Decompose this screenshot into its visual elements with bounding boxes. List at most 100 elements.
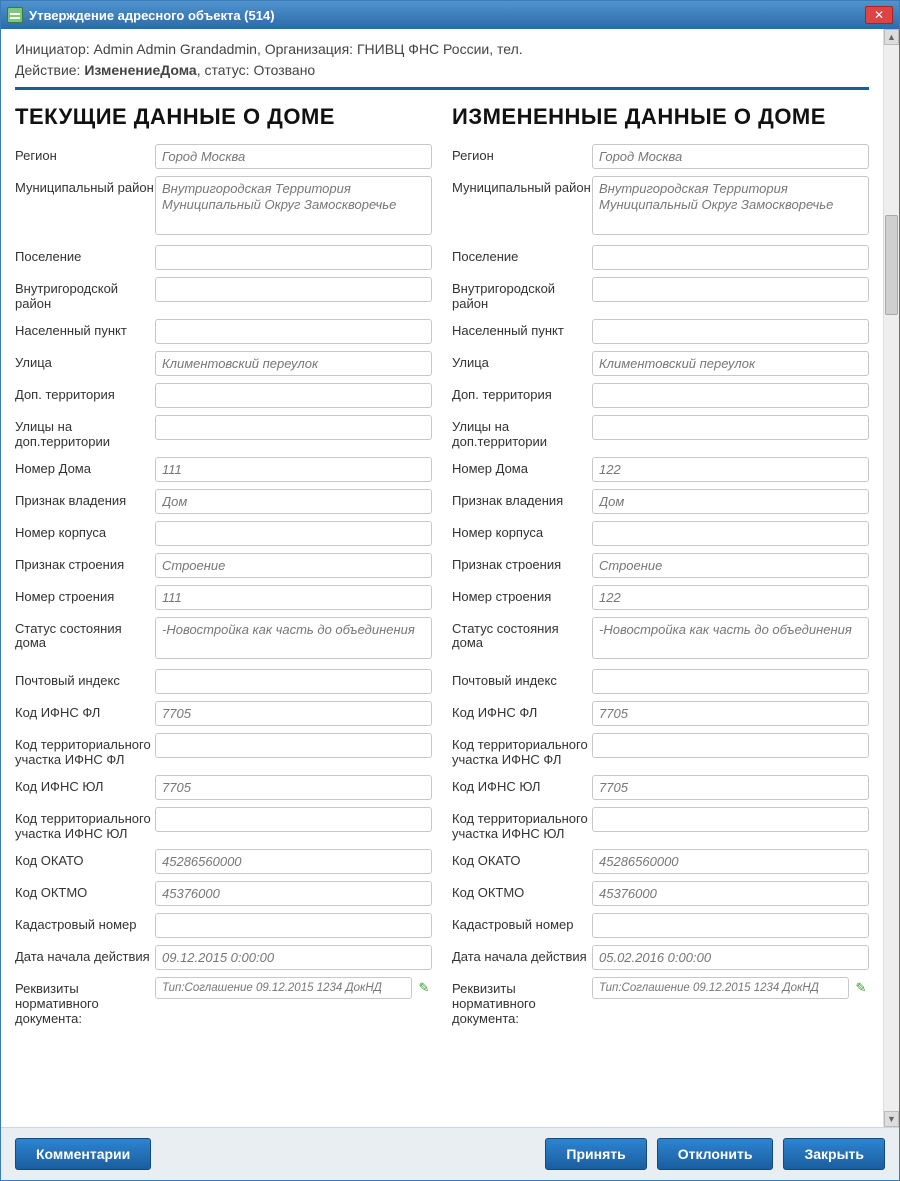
changed-street-input[interactable]	[592, 351, 869, 376]
title-bar: Утверждение адресного объекта (514) ✕	[1, 1, 899, 29]
changed-ownership-sign-input[interactable]	[592, 489, 869, 514]
current-ifns-fl-input[interactable]	[155, 701, 432, 726]
label-cadastral: Кадастровый номер	[452, 913, 592, 933]
current-ownership-sign-input[interactable]	[155, 489, 432, 514]
current-building-no-input[interactable]	[155, 521, 432, 546]
changed-cadastral-input[interactable]	[592, 913, 869, 938]
current-doc-req-input[interactable]	[155, 977, 412, 999]
label-okato: Код ОКАТО	[452, 849, 592, 869]
columns: ТЕКУЩИЕ ДАННЫЕ О ДОМЕ Регион Муниципальн…	[15, 104, 869, 1034]
meta-initiator: Admin Admin Grandadmin	[94, 41, 257, 57]
meta-organization: ГНИВЦ ФНС России	[357, 41, 489, 57]
vertical-scrollbar[interactable]: ▲ ▼	[883, 29, 899, 1127]
current-settlement-input[interactable]	[155, 245, 432, 270]
current-inner-city-input[interactable]	[155, 277, 432, 302]
current-structure-sign-input[interactable]	[155, 553, 432, 578]
meta-info: Инициатор: Admin Admin Grandadmin, Орган…	[15, 39, 869, 81]
dialog-footer: Комментарии Принять Отклонить Закрыть	[1, 1127, 899, 1180]
current-heading: ТЕКУЩИЕ ДАННЫЕ О ДОМЕ	[15, 104, 432, 130]
current-region-input[interactable]	[155, 144, 432, 169]
scroll-track[interactable]	[884, 45, 899, 1111]
label-house-status: Статус состояния дома	[15, 617, 155, 652]
reject-button[interactable]: Отклонить	[657, 1138, 774, 1170]
changed-doc-req-input[interactable]	[592, 977, 849, 999]
changed-house-status-input[interactable]: -Новостройка как часть до объединения	[592, 617, 869, 660]
separator	[15, 87, 869, 90]
label-structure-sign: Признак строения	[15, 553, 155, 573]
close-button[interactable]: Закрыть	[783, 1138, 885, 1170]
label-municipal: Муниципальный район	[15, 176, 155, 196]
changed-ifns-ul-input[interactable]	[592, 775, 869, 800]
label-building-no: Номер корпуса	[452, 521, 592, 541]
current-locality-input[interactable]	[155, 319, 432, 344]
scroll-down-button[interactable]: ▼	[884, 1111, 899, 1127]
label-settlement: Поселение	[15, 245, 155, 265]
label-municipal: Муниципальный район	[452, 176, 592, 196]
changed-add-territory-input[interactable]	[592, 383, 869, 408]
current-house-no-input[interactable]	[155, 457, 432, 482]
label-building-no: Номер корпуса	[15, 521, 155, 541]
changed-inner-city-input[interactable]	[592, 277, 869, 302]
changed-terr-ifns-fl-input[interactable]	[592, 733, 869, 758]
changed-region-input[interactable]	[592, 144, 869, 169]
changed-house-no-input[interactable]	[592, 457, 869, 482]
window-title: Утверждение адресного объекта (514)	[29, 8, 865, 23]
current-structure-no-input[interactable]	[155, 585, 432, 610]
changed-oktmo-input[interactable]	[592, 881, 869, 906]
window-close-button[interactable]: ✕	[865, 6, 893, 24]
label-locality: Населенный пункт	[15, 319, 155, 339]
current-okato-input[interactable]	[155, 849, 432, 874]
label-ifns-fl: Код ИФНС ФЛ	[15, 701, 155, 721]
meta-action: ИзменениеДома	[84, 62, 196, 78]
changed-municipal-input[interactable]: Внутригородская Территория Муниципальный…	[592, 176, 869, 235]
accept-button[interactable]: Принять	[545, 1138, 646, 1170]
label-oktmo: Код ОКТМО	[452, 881, 592, 901]
current-add-territory-input[interactable]	[155, 383, 432, 408]
comments-button[interactable]: Комментарии	[15, 1138, 151, 1170]
current-street-input[interactable]	[155, 351, 432, 376]
current-column: ТЕКУЩИЕ ДАННЫЕ О ДОМЕ Регион Муниципальн…	[15, 104, 432, 1034]
current-cadastral-input[interactable]	[155, 913, 432, 938]
changed-terr-ifns-ul-input[interactable]	[592, 807, 869, 832]
label-cadastral: Кадастровый номер	[15, 913, 155, 933]
label-house-no: Номер Дома	[15, 457, 155, 477]
current-terr-ifns-ul-input[interactable]	[155, 807, 432, 832]
changed-settlement-input[interactable]	[592, 245, 869, 270]
label-ownership-sign: Признак владения	[452, 489, 592, 509]
current-start-date-input[interactable]	[155, 945, 432, 970]
label-inner-city: Внутригородской район	[452, 277, 592, 312]
changed-streets-on-add-input[interactable]	[592, 415, 869, 440]
label-house-no: Номер Дома	[452, 457, 592, 477]
edit-icon[interactable]: ✎	[853, 980, 869, 996]
changed-postal-input[interactable]	[592, 669, 869, 694]
label-oktmo: Код ОКТМО	[15, 881, 155, 901]
label-ifns-fl: Код ИФНС ФЛ	[452, 701, 592, 721]
changed-start-date-input[interactable]	[592, 945, 869, 970]
current-postal-input[interactable]	[155, 669, 432, 694]
label-add-territory: Доп. территория	[15, 383, 155, 403]
label-ownership-sign: Признак владения	[15, 489, 155, 509]
current-municipal-input[interactable]: Внутригородская Территория Муниципальный…	[155, 176, 432, 235]
scroll-thumb[interactable]	[885, 215, 898, 315]
changed-okato-input[interactable]	[592, 849, 869, 874]
current-ifns-ul-input[interactable]	[155, 775, 432, 800]
meta-action-prefix: Действие:	[15, 62, 84, 78]
meta-status-prefix: , статус:	[197, 62, 254, 78]
content-area: Инициатор: Admin Admin Grandadmin, Орган…	[1, 29, 899, 1127]
label-ifns-ul: Код ИФНС ЮЛ	[452, 775, 592, 795]
label-structure-no: Номер строения	[452, 585, 592, 605]
label-streets-on-add: Улицы на доп.территории	[15, 415, 155, 450]
current-terr-ifns-fl-input[interactable]	[155, 733, 432, 758]
edit-icon[interactable]: ✎	[416, 980, 432, 996]
current-streets-on-add-input[interactable]	[155, 415, 432, 440]
changed-structure-sign-input[interactable]	[592, 553, 869, 578]
label-region: Регион	[452, 144, 592, 164]
dialog-window: Утверждение адресного объекта (514) ✕ Ин…	[0, 0, 900, 1181]
changed-ifns-fl-input[interactable]	[592, 701, 869, 726]
changed-locality-input[interactable]	[592, 319, 869, 344]
current-house-status-input[interactable]: -Новостройка как часть до объединения	[155, 617, 432, 660]
current-oktmo-input[interactable]	[155, 881, 432, 906]
scroll-up-button[interactable]: ▲	[884, 29, 899, 45]
changed-structure-no-input[interactable]	[592, 585, 869, 610]
changed-building-no-input[interactable]	[592, 521, 869, 546]
